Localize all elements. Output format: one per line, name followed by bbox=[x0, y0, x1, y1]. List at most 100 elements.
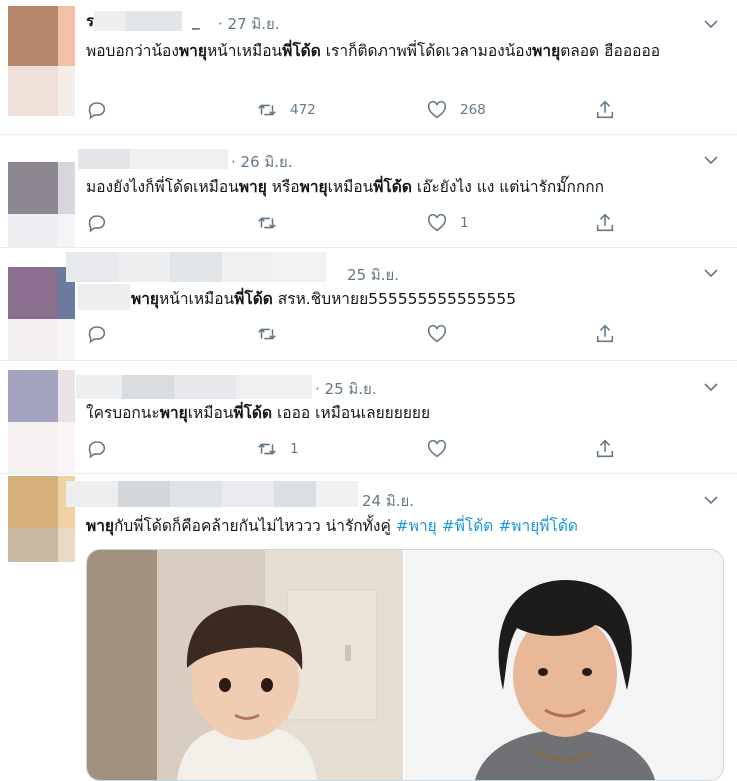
hashtag-link[interactable]: #พี่โด้ด bbox=[442, 517, 494, 535]
blurred-username[interactable] bbox=[66, 252, 336, 282]
reply-button[interactable] bbox=[86, 99, 108, 121]
text-segment: เหมือน bbox=[187, 404, 234, 422]
hashtag-link[interactable]: #พายุพี่โด้ด bbox=[498, 517, 578, 535]
reply-icon bbox=[88, 215, 106, 233]
tweet[interactable]: · 26 มิ.ย. มองยังไงก็พี่โด้ดเหมือนพายุ ห… bbox=[0, 134, 737, 248]
avatar-blur bbox=[8, 422, 75, 473]
tweet-actions bbox=[86, 323, 626, 345]
retweet-count: 1 bbox=[290, 441, 299, 457]
like-button[interactable] bbox=[426, 323, 460, 345]
retweet-button[interactable] bbox=[256, 323, 290, 345]
tweet-actions: 1 bbox=[86, 212, 626, 234]
bold-keyword: พายุ bbox=[532, 42, 561, 60]
share-icon bbox=[596, 439, 614, 458]
share-button[interactable] bbox=[594, 99, 616, 121]
bold-keyword: พี่โด้ด bbox=[234, 290, 273, 308]
bold-keyword: พายุ bbox=[159, 404, 188, 422]
avatar[interactable] bbox=[8, 370, 75, 422]
hashtag-link[interactable]: #พายุ bbox=[396, 517, 437, 535]
bold-keyword: พายุ bbox=[86, 517, 115, 535]
retweet-icon bbox=[258, 104, 276, 116]
text-segment: สรห.ชิบหายย555555555555555 bbox=[272, 290, 517, 308]
avatar[interactable] bbox=[8, 6, 75, 66]
like-count: 268 bbox=[460, 102, 486, 118]
tweet-date[interactable]: 25 มิ.ย. bbox=[347, 263, 399, 287]
avatar[interactable] bbox=[8, 162, 75, 214]
heart-icon bbox=[427, 100, 447, 119]
share-button[interactable] bbox=[594, 438, 616, 460]
share-icon bbox=[596, 324, 614, 343]
reply-icon bbox=[88, 326, 106, 344]
text-segment: หรือ bbox=[266, 178, 300, 196]
text-segment: มองยังไงก็พี่โด้ดเหมือน bbox=[86, 178, 239, 196]
share-button[interactable] bbox=[594, 212, 616, 234]
reply-button[interactable] bbox=[86, 438, 108, 460]
bold-keyword: พายุ bbox=[178, 42, 207, 60]
text-segment: เราก็ติดภาพพี่โด้ดเวลามองน้อง bbox=[320, 42, 533, 60]
tweet-text: พอบอกว่าน้องพายุหน้าเหมือนพี่โด้ด เราก็ต… bbox=[86, 38, 709, 64]
tweet-text: พายุกับพี่โด้ดก็คือคล้ายกันไม่ไหววว น่าร… bbox=[86, 513, 709, 539]
text-segment: เหมือน bbox=[327, 178, 374, 196]
bold-keyword: พายุ bbox=[131, 290, 160, 308]
heart-icon bbox=[427, 439, 447, 458]
heart-icon bbox=[427, 213, 447, 232]
chevron-down-icon[interactable] bbox=[703, 16, 719, 32]
reply-button[interactable] bbox=[86, 323, 108, 345]
text-segment: กับพี่โด้ดก็คือคล้ายกันไม่ไหววว น่ารักทั… bbox=[114, 517, 396, 535]
bold-keyword: พี่โด้ด bbox=[373, 178, 412, 196]
username-suffix: _ bbox=[192, 12, 200, 30]
tweet-text: พายุหน้าเหมือนพี่โด้ด สรห.ชิบหายย5555555… bbox=[131, 286, 709, 312]
tweet-date[interactable]: 24 มิ.ย. bbox=[362, 489, 414, 513]
like-button[interactable] bbox=[426, 438, 460, 460]
retweet-icon bbox=[258, 443, 276, 455]
blurred-username[interactable]: ร _ bbox=[86, 11, 226, 31]
bold-keyword: พี่โด้ด bbox=[282, 42, 321, 60]
retweet-button[interactable] bbox=[256, 212, 290, 234]
avatar-blur bbox=[8, 319, 75, 360]
text-segment: ตลอด ฮือออออ bbox=[560, 42, 661, 60]
bold-keyword: พี่โด้ด bbox=[233, 404, 273, 422]
retweet-icon bbox=[258, 328, 276, 340]
tweet-actions: 472 268 bbox=[86, 99, 626, 121]
chevron-down-icon[interactable] bbox=[703, 492, 719, 508]
retweet-count: 472 bbox=[290, 102, 316, 118]
share-button[interactable] bbox=[594, 323, 616, 345]
text-segment: เอ๊ะยังไง แง แต่น่ารักมั๊กกกก bbox=[411, 178, 605, 196]
tweet[interactable]: · 25 มิ.ย. ใครบอกนะพายุเหมือนพี่โด้ด เออ… bbox=[0, 360, 737, 474]
text-segment: หน้าเหมือน bbox=[159, 290, 235, 308]
username-visible-char: ร bbox=[86, 12, 95, 30]
text-segment: พอบอกว่าน้อง bbox=[86, 42, 179, 60]
tweet-media[interactable] bbox=[86, 549, 724, 781]
like-button[interactable]: 1 bbox=[426, 212, 469, 234]
avatar-blur bbox=[8, 528, 75, 562]
tweet-text: ใครบอกนะพายุเหมือนพี่โด้ด เอออ เหมือนเลย… bbox=[86, 400, 709, 426]
blurred-username[interactable] bbox=[78, 149, 228, 169]
bold-keyword: พายุ bbox=[238, 178, 267, 196]
tweet[interactable]: 25 มิ.ย. พายุหน้าเหมือนพี่โด้ด สรห.ชิบหา… bbox=[0, 247, 737, 361]
avatar[interactable] bbox=[8, 267, 75, 319]
like-button[interactable]: 268 bbox=[426, 99, 486, 121]
photo-adult[interactable] bbox=[405, 550, 723, 780]
avatar[interactable] bbox=[8, 476, 75, 528]
avatar-blur bbox=[8, 66, 75, 116]
adult-photo-image bbox=[405, 550, 723, 780]
chevron-down-icon[interactable] bbox=[703, 265, 719, 281]
like-count: 1 bbox=[460, 215, 469, 231]
share-icon bbox=[596, 213, 614, 232]
retweet-button[interactable]: 1 bbox=[256, 438, 299, 460]
blurred-username[interactable] bbox=[66, 481, 358, 507]
chevron-down-icon[interactable] bbox=[703, 152, 719, 168]
tweet-date[interactable]: · 25 มิ.ย. bbox=[315, 377, 377, 401]
tweet-date[interactable]: · 27 มิ.ย. bbox=[218, 12, 280, 36]
bold-keyword: พายุ bbox=[299, 178, 328, 196]
tweet[interactable]: ร _ · 27 มิ.ย. พอบอกว่าน้องพายุหน้าเหมือน… bbox=[0, 0, 737, 135]
retweet-button[interactable]: 472 bbox=[256, 99, 316, 121]
photo-child[interactable] bbox=[87, 550, 403, 780]
chevron-down-icon[interactable] bbox=[703, 379, 719, 395]
reply-button[interactable] bbox=[86, 212, 108, 234]
tweet-date[interactable]: · 26 มิ.ย. bbox=[231, 150, 293, 174]
reply-icon bbox=[88, 441, 106, 459]
retweet-icon bbox=[258, 217, 276, 229]
blurred-username[interactable] bbox=[76, 375, 312, 399]
heart-icon bbox=[427, 324, 447, 343]
